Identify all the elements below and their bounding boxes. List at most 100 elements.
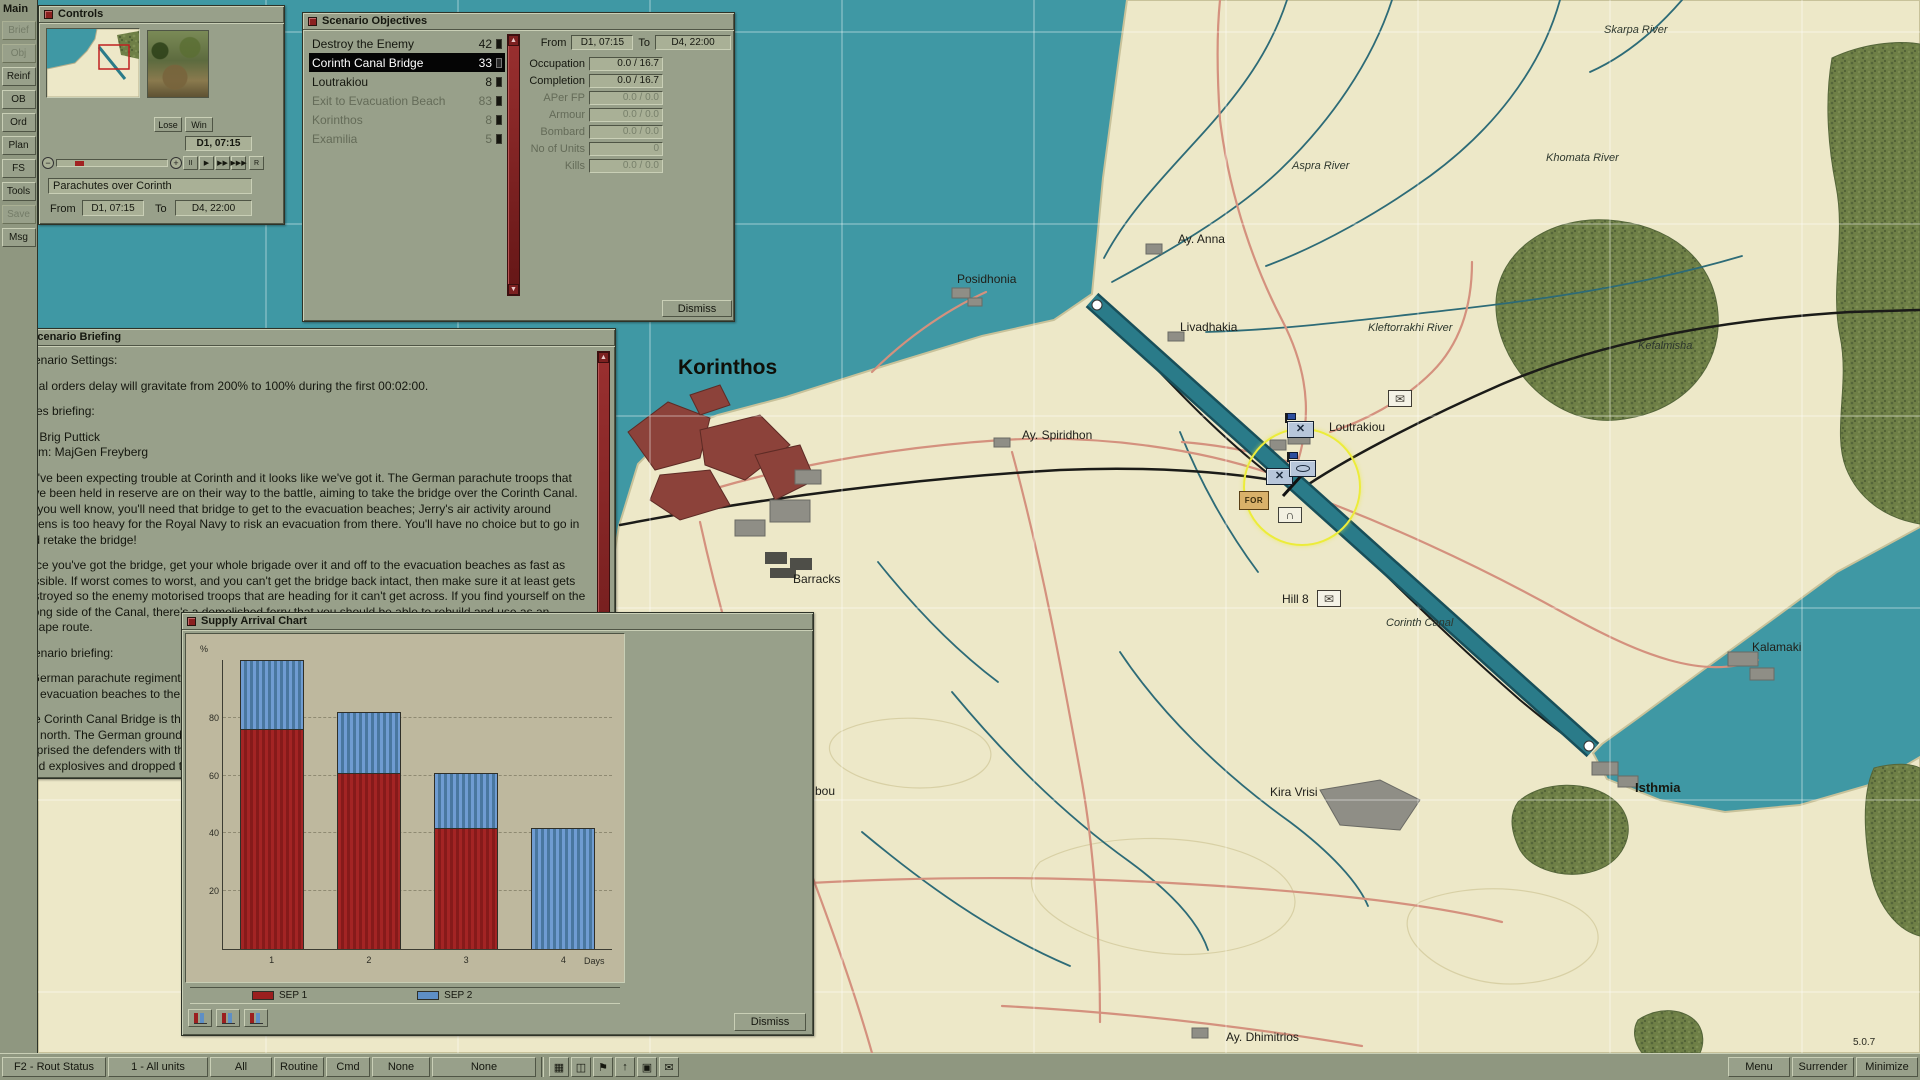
chart-toggle-1[interactable]: [188, 1009, 212, 1027]
to-label: To: [155, 203, 167, 215]
chart-bar-slot: 3: [418, 660, 515, 949]
objectives-titlebar[interactable]: Scenario Objectives: [303, 13, 734, 30]
supply-bar: [531, 660, 595, 949]
scroll-up-icon[interactable]: ▲: [598, 352, 609, 363]
scroll-down-icon[interactable]: ▼: [508, 284, 519, 295]
chart-plot: 204060801234: [222, 660, 612, 950]
y-tick-label: 80: [197, 713, 219, 723]
toolbar-f2-rout-status[interactable]: F2 - Rout Status: [2, 1057, 106, 1077]
objective-marker[interactable]: ✉: [1388, 390, 1412, 407]
grid-icon[interactable]: ▦: [549, 1057, 569, 1077]
screen-icon[interactable]: ▣: [637, 1057, 657, 1077]
toolbar-all[interactable]: All: [210, 1057, 272, 1077]
sidebar-item-fs[interactable]: FS: [2, 159, 36, 178]
sidebar-item-save: Save: [2, 205, 36, 224]
briefing-title: Scenario Briefing: [30, 331, 121, 343]
stat-row: APer FP0.0 / 0.0: [443, 89, 663, 106]
x-tick-label: 1: [269, 955, 274, 965]
from-value: D1, 07:15: [82, 200, 144, 216]
sidebar-buttons: Brief Obj Reinf OB Ord Plan FS Tools Save Msg: [0, 21, 37, 247]
objectives-title: Scenario Objectives: [322, 15, 427, 27]
briefing-paragraph: To: Brig Puttick From: MajGen Freyberg: [20, 430, 590, 461]
fastest-forward-button[interactable]: ▶▶▶: [231, 156, 246, 170]
objectives-stats: Occupation0.0 / 16.7Completion0.0 / 16.7…: [443, 55, 663, 174]
objectives-panel: Scenario Objectives Destroy the Enemy42C…: [302, 12, 735, 322]
sidebar-item-obj: Obj: [2, 44, 36, 63]
fast-forward-button[interactable]: ▶▶: [215, 156, 230, 170]
toolbar-routine[interactable]: Routine: [274, 1057, 324, 1077]
mail-icon[interactable]: ✉: [659, 1057, 679, 1077]
pause-button[interactable]: II: [183, 156, 198, 170]
y-tick-label: 40: [197, 828, 219, 838]
toolbar-minimize[interactable]: Minimize: [1856, 1057, 1918, 1077]
sidebar-item-ob[interactable]: OB: [2, 90, 36, 109]
sep1-segment: [434, 828, 498, 949]
toolbar-menu[interactable]: Menu: [1728, 1057, 1790, 1077]
sidebar-title: Main: [0, 0, 37, 17]
minimap-graphic: [47, 29, 139, 97]
toolbar-1-all-units[interactable]: 1 - All units: [108, 1057, 208, 1077]
chart-legend: SEP 1SEP 2: [190, 987, 620, 1003]
chart-toggle-3[interactable]: [244, 1009, 268, 1027]
play-button[interactable]: ▶: [199, 156, 214, 170]
armour-symbol: [1296, 465, 1310, 472]
controls-titlebar[interactable]: Controls: [39, 6, 284, 23]
briefing-titlebar[interactable]: Scenario Briefing: [11, 329, 615, 346]
minimap[interactable]: [46, 28, 140, 98]
dismiss-button[interactable]: Dismiss: [662, 300, 732, 317]
objectives-period: From D1, 07:15 To D4, 22:00: [453, 35, 731, 50]
objective-marker[interactable]: ✉: [1317, 590, 1341, 607]
sidebar-item-ord[interactable]: Ord: [2, 113, 36, 132]
time-slider[interactable]: [56, 159, 168, 167]
sidebar-item-reinf[interactable]: Reinf: [2, 67, 36, 86]
from-value: D1, 07:15: [571, 35, 633, 50]
zoom-in-icon[interactable]: +: [170, 157, 182, 169]
infantry-symbol: ✕: [1275, 471, 1284, 482]
chart-toggle-2[interactable]: [216, 1009, 240, 1027]
chart-bar-slot: 2: [320, 660, 417, 949]
fort-counter[interactable]: FOR: [1239, 491, 1269, 510]
game-clock: D1, 07:15: [185, 136, 252, 151]
sidebar-item-tools[interactable]: Tools: [2, 182, 36, 201]
layers-icon[interactable]: ◫: [571, 1057, 591, 1077]
briefing-paragraph: Initial orders delay will gravitate from…: [20, 379, 590, 395]
from-label: From: [50, 203, 76, 215]
sidebar-item-msg[interactable]: Msg: [2, 228, 36, 247]
x-tick-label: 2: [366, 955, 371, 965]
sep2-segment: [337, 712, 401, 773]
stat-row: Bombard0.0 / 0.0: [443, 123, 663, 140]
win-button[interactable]: Win: [185, 117, 213, 132]
unit-counter[interactable]: ✕: [1287, 421, 1314, 438]
toolbar-cmd[interactable]: Cmd: [326, 1057, 370, 1077]
toolbar-surrender[interactable]: Surrender: [1792, 1057, 1854, 1077]
y-tick-label: 20: [197, 886, 219, 896]
toolbar-none[interactable]: None: [372, 1057, 430, 1077]
dismiss-button[interactable]: Dismiss: [734, 1013, 806, 1031]
photo-thumbnail: [147, 30, 209, 98]
toolbar-left: F2 - Rout Status1 - All unitsAllRoutineC…: [2, 1057, 536, 1077]
slider-thumb[interactable]: [75, 161, 84, 166]
briefing-paragraph: Scenario Settings:: [20, 353, 590, 369]
toolbar-separator: [541, 1057, 544, 1077]
toolbar-none[interactable]: None: [432, 1057, 536, 1077]
sidebar-item-brief: Brief: [2, 21, 36, 40]
legend-swatch: [252, 991, 274, 1000]
flag-icon[interactable]: ⚑: [593, 1057, 613, 1077]
bottom-toolbar: F2 - Rout Status1 - All unitsAllRoutineC…: [0, 1053, 1920, 1080]
sidebar: Main Brief Obj Reinf OB Ord Plan FS Tools Save Ms…: [0, 0, 38, 1053]
sep1-segment: [337, 773, 401, 949]
supply-panel: Supply Arrival Chart % 204060801234 Days…: [181, 612, 814, 1036]
sidebar-item-plan[interactable]: Plan: [2, 136, 36, 155]
zoom-out-icon[interactable]: −: [42, 157, 54, 169]
infantry-symbol: ✕: [1296, 424, 1305, 435]
unit-counter[interactable]: [1289, 460, 1316, 477]
toolbar-right: MenuSurrenderMinimize: [1728, 1057, 1918, 1077]
arrow-up-icon[interactable]: ↑: [615, 1057, 635, 1077]
lose-button[interactable]: Lose: [154, 117, 182, 132]
bridge-counter[interactable]: ∩: [1278, 507, 1302, 523]
y-axis-label: %: [200, 644, 208, 654]
from-label: From: [541, 37, 567, 49]
supply-titlebar[interactable]: Supply Arrival Chart: [182, 613, 813, 630]
restart-button[interactable]: R: [249, 156, 264, 170]
sep2-segment: [240, 660, 304, 729]
